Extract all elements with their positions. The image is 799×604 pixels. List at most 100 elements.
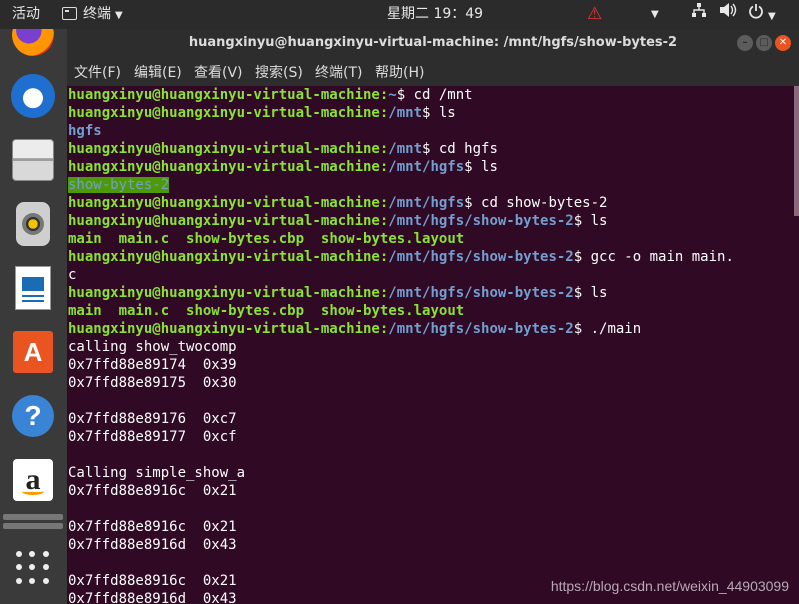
output-text: 0x7ffd88e89174 0x39 (68, 357, 237, 373)
prompt-path: /mnt/hgfs/show-bytes-2 (388, 285, 574, 301)
file-entry: main.c (118, 303, 170, 319)
command-text: $ gcc -o main main. (573, 249, 734, 265)
dropdown-icon[interactable]: ▼ (651, 0, 659, 29)
terminal-line: huangxinyu@huangxinyu-virtual-machine:/m… (67, 248, 794, 266)
software-center-icon[interactable]: A (10, 329, 56, 375)
terminal-line: huangxinyu@huangxinyu-virtual-machine:~$… (67, 86, 794, 104)
file-entry: show-bytes.layout (320, 303, 465, 319)
terminal-dock-icon[interactable] (3, 514, 63, 529)
libreoffice-writer-icon[interactable] (10, 265, 56, 311)
output-text: c (68, 267, 77, 283)
prompt-path: /mnt (388, 141, 423, 157)
window-title: huangxinyu@huangxinyu-virtual-machine: /… (188, 35, 678, 50)
menu-file[interactable]: 文件(F) (74, 59, 121, 87)
firefox-icon[interactable] (10, 29, 56, 57)
file-entry: main (68, 303, 102, 319)
warning-icon[interactable]: ⚠ (587, 0, 602, 29)
output-text: 0x7ffd88e8916c 0x21 (68, 573, 237, 589)
show-applications-icon[interactable] (10, 545, 56, 591)
terminal-line: 0x7ffd88e8916d 0x43 (67, 536, 794, 554)
file-entry: main.c (118, 231, 170, 247)
prompt-path: /mnt (388, 105, 423, 121)
terminal-line: huangxinyu@huangxinyu-virtual-machine:/m… (67, 140, 794, 158)
output-text: 0x7ffd88e89177 0xcf (68, 429, 237, 445)
close-button[interactable]: ✕ (775, 35, 791, 51)
command-text: $ cd show-bytes-2 (464, 195, 608, 211)
help-icon[interactable]: ? (10, 393, 56, 439)
terminal-line: main main.c show-bytes.cbp show-bytes.la… (67, 230, 794, 248)
activities-button[interactable]: 活动 (12, 0, 40, 29)
terminal-line: show-bytes-2 (67, 176, 794, 194)
terminal-line: c (67, 266, 794, 284)
file-entry: show-bytes.cbp (186, 303, 305, 319)
output-text: calling show_twocomp (68, 339, 237, 355)
terminal-line: Calling simple_show_a (67, 464, 794, 482)
terminal-line: calling show_twocomp (67, 338, 794, 356)
terminal-line: 0x7ffd88e8916c 0x21 (67, 482, 794, 500)
amazon-icon[interactable]: a (10, 457, 56, 503)
app-menu-button[interactable]: 终端 ▼ (62, 0, 123, 29)
caret-down-icon: ▼ (768, 11, 776, 22)
output-text: hgfs (68, 123, 102, 139)
prompt-user-host: huangxinyu@huangxinyu-virtual-machine: (68, 141, 389, 157)
terminal-line: huangxinyu@huangxinyu-virtual-machine:/m… (67, 284, 794, 302)
file-entry: main (68, 231, 102, 247)
menu-search[interactable]: 搜索(S) (255, 59, 303, 87)
terminal-line: hgfs (67, 122, 794, 140)
scrollbar[interactable] (794, 86, 799, 604)
maximize-button[interactable]: □ (756, 35, 772, 51)
file-entry: show-bytes.cbp (186, 231, 305, 247)
terminal-line: 0x7ffd88e89175 0x30 (67, 374, 794, 392)
command-text: $ ls (573, 213, 608, 229)
terminal-output[interactable]: huangxinyu@huangxinyu-virtual-machine:~$… (67, 86, 794, 604)
prompt-user-host: huangxinyu@huangxinyu-virtual-machine: (68, 159, 389, 175)
minimize-button[interactable]: – (737, 35, 753, 51)
prompt-user-host: huangxinyu@huangxinyu-virtual-machine: (68, 213, 389, 229)
terminal-line: 0x7ffd88e89176 0xc7 (67, 410, 794, 428)
volume-icon[interactable] (719, 0, 737, 29)
menu-terminal[interactable]: 终端(T) (315, 59, 362, 87)
prompt-user-host: huangxinyu@huangxinyu-virtual-machine: (68, 195, 389, 211)
menu-view[interactable]: 查看(V) (194, 59, 243, 87)
prompt-user-host: huangxinyu@huangxinyu-virtual-machine: (68, 105, 389, 121)
terminal-line: main main.c show-bytes.cbp show-bytes.la… (67, 302, 794, 320)
clock[interactable]: 星期二 19：49 (387, 0, 483, 29)
prompt-user-host: huangxinyu@huangxinyu-virtual-machine: (68, 87, 389, 103)
rhythmbox-icon[interactable] (10, 201, 56, 247)
dock: A ? a (0, 29, 67, 604)
output-text: 0x7ffd88e8916d 0x43 (68, 537, 237, 553)
thunderbird-icon[interactable] (10, 73, 56, 119)
menubar: 文件(F) 编辑(E) 查看(V) 搜索(S) 终端(T) 帮助(H) (67, 59, 799, 86)
top-panel: 活动 终端 ▼ 星期二 19：49 ⚠ ▼ ▼ (0, 0, 799, 29)
menu-edit[interactable]: 编辑(E) (134, 59, 182, 87)
prompt-path: /mnt/hgfs/show-bytes-2 (388, 213, 574, 229)
command-text: $ cd hgfs (422, 141, 498, 157)
terminal-line: huangxinyu@huangxinyu-virtual-machine:/m… (67, 212, 794, 230)
prompt-path: /mnt/hgfs (388, 159, 465, 175)
command-text: $ cd /mnt (396, 87, 473, 103)
output-text: 0x7ffd88e8916c 0x21 (68, 519, 237, 535)
terminal-icon (62, 7, 77, 20)
network-icon[interactable] (691, 0, 707, 29)
scrollbar-thumb[interactable] (794, 86, 799, 216)
terminal-line: 0x7ffd88e89174 0x39 (67, 356, 794, 374)
output-text: Calling simple_show_a (68, 465, 246, 481)
terminal-line: 0x7ffd88e89177 0xcf (67, 428, 794, 446)
window-titlebar[interactable]: huangxinyu@huangxinyu-virtual-machine: /… (67, 29, 799, 59)
files-icon[interactable] (10, 137, 56, 183)
prompt-user-host: huangxinyu@huangxinyu-virtual-machine: (68, 285, 389, 301)
app-menu-label: 终端 (83, 6, 111, 22)
caret-down-icon: ▼ (115, 10, 123, 21)
prompt-path: /mnt/hgfs/show-bytes-2 (388, 249, 574, 265)
prompt-user-host: huangxinyu@huangxinyu-virtual-machine: (68, 321, 389, 337)
menu-help[interactable]: 帮助(H) (375, 59, 424, 87)
power-icon[interactable]: ▼ (748, 0, 776, 29)
terminal-line: huangxinyu@huangxinyu-virtual-machine:/m… (67, 158, 794, 176)
output-text: 0x7ffd88e89175 0x30 (68, 375, 237, 391)
prompt-path: /mnt/hgfs/show-bytes-2 (388, 321, 574, 337)
output-text: 0x7ffd88e8916d 0x43 (68, 591, 237, 604)
output-text: 0x7ffd88e8916c 0x21 (68, 483, 237, 499)
